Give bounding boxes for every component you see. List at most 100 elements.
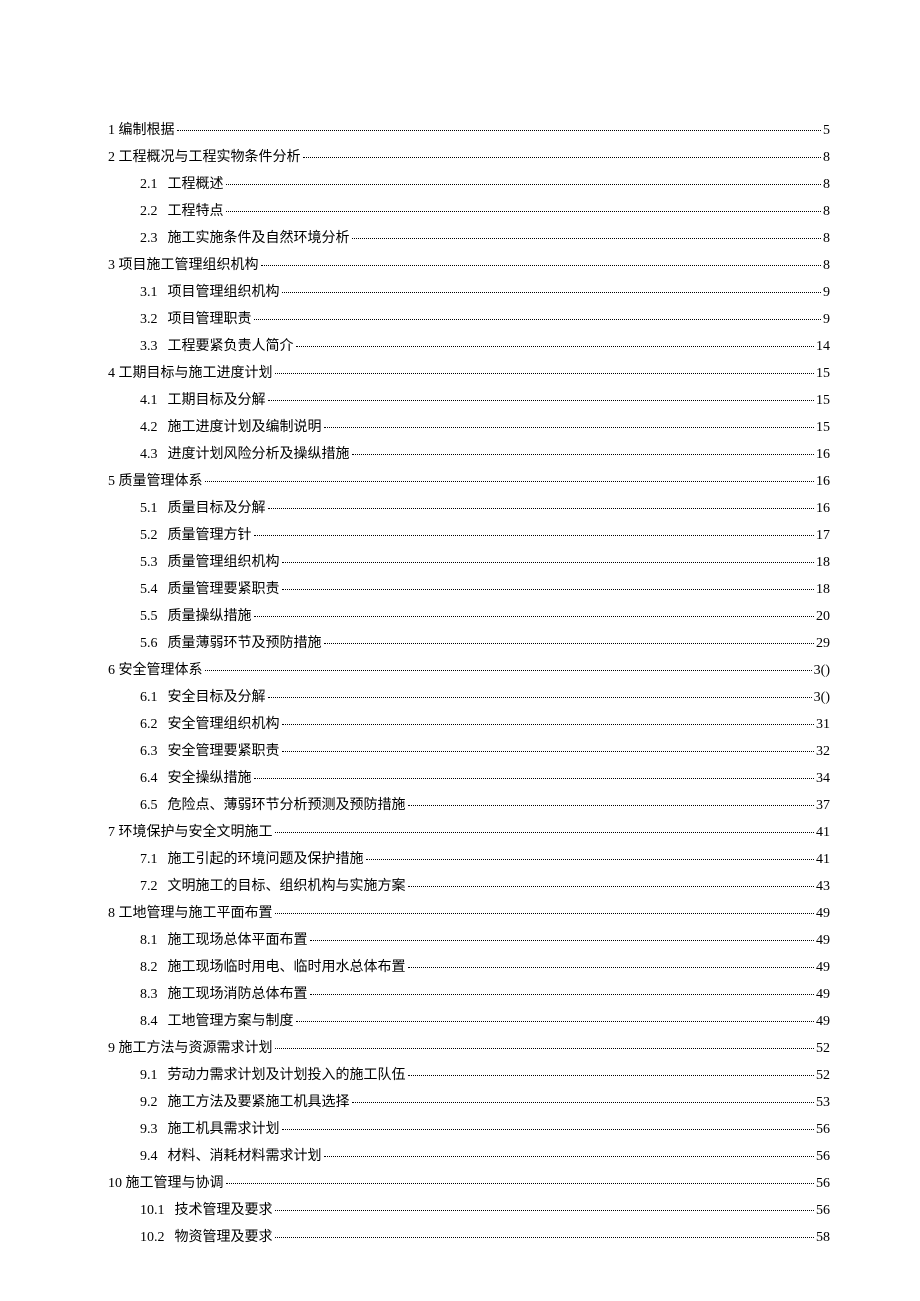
toc-entry-title: 进度计划风险分析及操纵措施 <box>168 447 350 462</box>
toc-entry-page: 49 <box>816 1011 830 1032</box>
toc-entry-number: 1 <box>108 120 115 141</box>
toc-leader-dots <box>282 589 815 590</box>
toc-entry-title: 项目施工管理组织机构 <box>115 258 259 273</box>
toc-entry-label: 4.1工期目标及分解 <box>140 390 266 411</box>
toc-entry-label: 10.2物资管理及要求 <box>140 1227 273 1248</box>
toc-entry-label: 9.3 施工机具需求计划 <box>140 1119 280 1140</box>
toc-entry: 2.2工程特点8 <box>108 201 830 222</box>
toc-entry-number: 7.1 <box>140 849 158 870</box>
toc-entry-page: 29 <box>816 633 830 654</box>
toc-entry-number: 9.4 <box>140 1146 158 1167</box>
toc-entry-title: 安全管理组织机构 <box>168 717 280 732</box>
toc-entry-title: 施工进度计划及编制说明 <box>168 420 322 435</box>
toc-leader-dots <box>310 940 815 941</box>
toc-entry-title: 工地管理方案与制度 <box>168 1014 294 1029</box>
toc-leader-dots <box>275 1210 815 1211</box>
toc-entry-title: 施工现场消防总体布置 <box>168 987 308 1002</box>
toc-entry: 6.2安全管理组织机构31 <box>108 714 830 735</box>
toc-entry-page: 18 <box>816 579 830 600</box>
toc-entry-label: 4 工期目标与施工进度计划 <box>108 363 273 384</box>
toc-leader-dots <box>275 913 815 914</box>
toc-entry-label: 3.2项目管理职责 <box>140 309 252 330</box>
toc-entry: 6.5危险点、薄弱环节分析预测及预防措施37 <box>108 795 830 816</box>
toc-entry-title: 工期目标与施工进度计划 <box>115 366 273 381</box>
toc-entry-page: 56 <box>816 1200 830 1221</box>
toc-entry: 5.1质量目标及分解 16 <box>108 498 830 519</box>
toc-entry-title: 质量管理要紧职责 <box>168 582 280 597</box>
toc-leader-dots <box>275 832 815 833</box>
toc-entry-title: 文明施工的目标、组织机构与实施方案 <box>168 879 406 894</box>
toc-entry-label: 5.6质量薄弱环节及预防措施 <box>140 633 322 654</box>
toc-entry: 8 工地管理与施工平面布置49 <box>108 903 830 924</box>
toc-entry: 9.2施工方法及要紧施工机具选择53 <box>108 1092 830 1113</box>
toc-entry-label: 3.1项目管理组织机构 <box>140 282 280 303</box>
toc-entry-title: 工程要紧负责人简介 <box>168 339 294 354</box>
toc-entry-title: 质量管理体系 <box>115 474 203 489</box>
toc-entry-number: 5.2 <box>140 525 158 546</box>
toc-entry-number: 9.3 <box>140 1119 158 1140</box>
toc-entry-number: 6.3 <box>140 741 158 762</box>
toc-entry-number: 6.1 <box>140 687 158 708</box>
toc-entry-title: 安全管理体系 <box>115 663 203 678</box>
toc-entry-label: 5.3质量管理组织机构 <box>140 552 280 573</box>
toc-entry-page: 32 <box>816 741 830 762</box>
toc-entry-number: 2.3 <box>140 228 158 249</box>
toc-entry: 8.4工地管理方案与制度49 <box>108 1011 830 1032</box>
toc-leader-dots <box>205 481 815 482</box>
toc-entry-page: 20 <box>816 606 830 627</box>
toc-entry-label: 4.3 进度计划风险分析及操纵措施 <box>140 444 350 465</box>
toc-entry-page: 37 <box>816 795 830 816</box>
toc-leader-dots <box>324 643 815 644</box>
toc-entry-label: 9 施工方法与资源需求计划 <box>108 1038 273 1059</box>
toc-entry-page: 8 <box>823 228 830 249</box>
toc-entry-page: 15 <box>816 390 830 411</box>
toc-entry-page: 8 <box>823 201 830 222</box>
toc-entry: 3 项目施工管理组织机构8 <box>108 255 830 276</box>
toc-leader-dots <box>275 1237 815 1238</box>
toc-entry-number: 2.1 <box>140 174 158 195</box>
toc-entry-label: 6 安全管理体系 <box>108 660 203 681</box>
toc-entry-page: 16 <box>816 471 830 492</box>
toc-entry-title: 施工引起的环境问题及保护措施 <box>168 852 364 867</box>
toc-entry-label: 6.4安全操纵措施 <box>140 768 252 789</box>
toc-entry: 10 施工管理与协调56 <box>108 1173 830 1194</box>
toc-entry: 2.3施工实施条件及自然环境分析8 <box>108 228 830 249</box>
toc-entry-page: 16 <box>816 498 830 519</box>
toc-entry: 6.1安全目标及分解3() <box>108 687 830 708</box>
toc-entry-label: 9.2施工方法及要紧施工机具选择 <box>140 1092 350 1113</box>
toc-entry-number: 6.2 <box>140 714 158 735</box>
toc-entry-number: 3 <box>108 255 115 276</box>
toc-entry-number: 5.6 <box>140 633 158 654</box>
toc-entry-number: 5.5 <box>140 606 158 627</box>
toc-entry-page: 15 <box>816 417 830 438</box>
toc-entry-page: 5 <box>823 120 830 141</box>
toc-entry-title: 施工机具需求计划 <box>168 1122 280 1137</box>
toc-entry-page: 49 <box>816 984 830 1005</box>
toc-entry-title: 技术管理及要求 <box>175 1203 273 1218</box>
toc-entry-number: 5 <box>108 471 115 492</box>
toc-leader-dots <box>268 400 815 401</box>
toc-entry-number: 6.5 <box>140 795 158 816</box>
toc-entry: 7 环境保护与安全文明施工41 <box>108 822 830 843</box>
toc-entry-page: 49 <box>816 903 830 924</box>
toc-entry: 4.1工期目标及分解 15 <box>108 390 830 411</box>
toc-entry-title: 质量管理方针 <box>168 528 252 543</box>
toc-entry-page: 56 <box>816 1119 830 1140</box>
toc-entry: 5.5 质量操纵措施 20 <box>108 606 830 627</box>
toc-entry-number: 7 <box>108 822 115 843</box>
toc-entry-label: 7.1 施工引起的环境问题及保护措施 <box>140 849 364 870</box>
toc-entry-number: 4.3 <box>140 444 158 465</box>
toc-entry: 9 施工方法与资源需求计划52 <box>108 1038 830 1059</box>
toc-entry: 6 安全管理体系3() <box>108 660 830 681</box>
toc-entry-label: 7.2文明施工的目标、组织机构与实施方案 <box>140 876 406 897</box>
toc-entry-label: 5.1质量目标及分解 <box>140 498 266 519</box>
toc-entry-title: 质量操纵措施 <box>168 609 252 624</box>
toc-entry-title: 环境保护与安全文明施工 <box>115 825 273 840</box>
toc-entry-number: 4.1 <box>140 390 158 411</box>
toc-entry-label: 5 质量管理体系 <box>108 471 203 492</box>
toc-leader-dots <box>226 184 822 185</box>
toc-entry-page: 58 <box>816 1227 830 1248</box>
toc-entry: 5.6质量薄弱环节及预防措施 29 <box>108 633 830 654</box>
toc-leader-dots <box>282 751 815 752</box>
toc-entry-title: 质量管理组织机构 <box>168 555 280 570</box>
